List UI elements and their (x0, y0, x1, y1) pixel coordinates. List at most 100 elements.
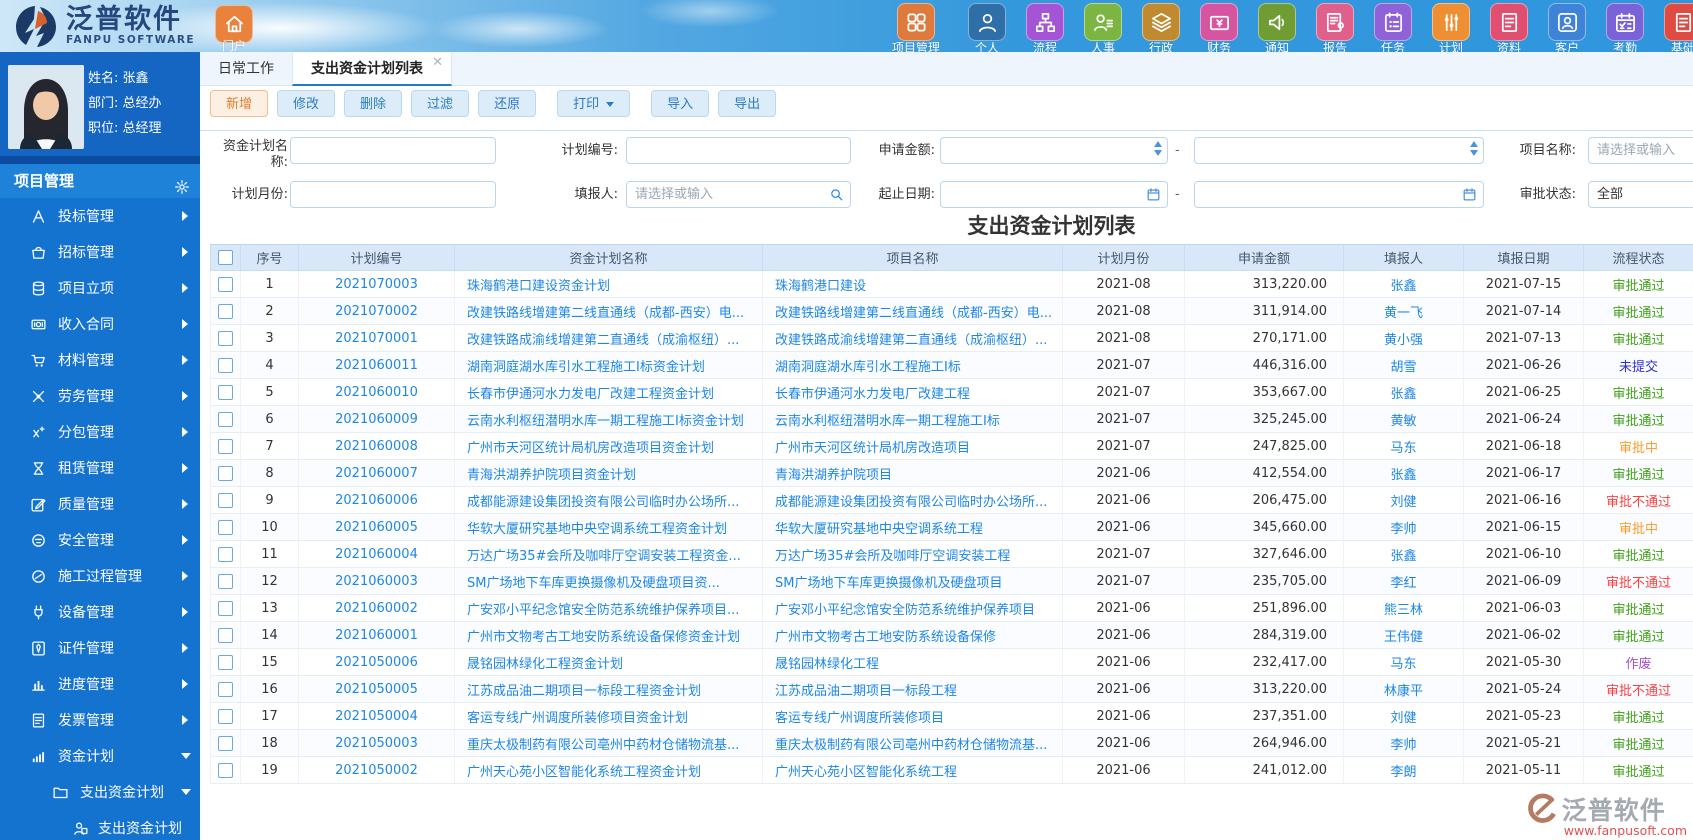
plan-no-link[interactable]: 2021060002 (335, 601, 418, 616)
plan-name-link[interactable]: 成都能源建设集团投资有限公司临时办公场所... (467, 495, 739, 510)
calendar-icon[interactable] (1146, 187, 1161, 202)
plan-no-link[interactable]: 2021050006 (335, 655, 418, 670)
project-name-link[interactable]: 改建铁路成渝线增建第二直通线（成渝枢纽）... (775, 333, 1047, 348)
reporter-link[interactable]: 王伟健 (1384, 630, 1423, 645)
plan-name-link[interactable]: 广州天心苑小区智能化系统工程资金计划 (467, 765, 701, 780)
row-checkbox[interactable] (218, 735, 233, 751)
row-checkbox[interactable] (218, 384, 233, 400)
plan-no-link[interactable]: 2021050002 (335, 763, 418, 778)
reporter-link[interactable]: 熊三林 (1384, 603, 1423, 618)
project-name-link[interactable]: 江苏成品油二期项目一标段工程 (775, 684, 957, 699)
plan-name-link[interactable]: 湖南洞庭湖水库引水工程施工I标资金计划 (467, 360, 705, 375)
app-button-plan[interactable]: 计划 (1428, 3, 1474, 52)
sidebar-item-equipment-mgmt[interactable]: 设备管理 (0, 594, 200, 630)
export-button[interactable]: 导出 (718, 90, 777, 117)
plan-name-link[interactable]: 广安邓小平纪念馆安全防范系统维护保养项目... (467, 603, 739, 618)
row-checkbox[interactable] (218, 546, 233, 562)
row-checkbox[interactable] (218, 492, 233, 508)
plan-name-link[interactable]: 华软大厦研究基地中央空调系统工程资金计划 (467, 522, 727, 537)
tab-expense-fund-plan-list[interactable]: 支出资金计划列表 ✕ (292, 52, 452, 86)
sidebar-item-material-mgmt[interactable]: 材料管理 (0, 342, 200, 378)
project-name-link[interactable]: 广州天心苑小区智能化系统工程 (775, 765, 957, 780)
edit-button[interactable]: 修改 (277, 90, 336, 117)
print-button[interactable]: 打印 (557, 90, 631, 117)
sidebar-item-fund-plan[interactable]: 资金计划 (0, 738, 200, 774)
plan-name-link[interactable]: 广州市天河区统计局机房改造项目资金计划 (467, 441, 714, 456)
plan-no-link[interactable]: 2021070002 (335, 304, 418, 319)
row-checkbox[interactable] (218, 708, 233, 724)
plan-no-link[interactable]: 2021050004 (335, 709, 418, 724)
search-icon[interactable] (829, 187, 844, 202)
sidebar-section-project-mgmt[interactable]: 项目管理 (0, 164, 200, 198)
plan-no-link[interactable]: 2021060004 (335, 547, 418, 562)
reporter-link[interactable]: 林康平 (1384, 684, 1423, 699)
project-name-link[interactable]: 重庆太极制药有限公司亳州中药材仓储物流基... (775, 738, 1047, 753)
plan-name-link[interactable]: 客运专线广州调度所装修项目资金计划 (467, 711, 688, 726)
plan-no-link[interactable]: 2021070003 (335, 277, 418, 292)
spinner-icon[interactable] (1154, 141, 1162, 156)
project-name-link[interactable]: 云南水利枢纽潜明水库一期工程施工I标 (775, 414, 1000, 429)
reporter-link[interactable]: 黄一飞 (1384, 306, 1423, 321)
delete-button[interactable]: 删除 (344, 90, 403, 117)
project-name-link[interactable]: 广州市天河区统计局机房改造项目 (775, 441, 970, 456)
sidebar-item-progress-mgmt[interactable]: 进度管理 (0, 666, 200, 702)
sidebar-item-income-contract[interactable]: 收入合同 (0, 306, 200, 342)
approval-status-select[interactable]: 全部 (1588, 181, 1693, 208)
plan-no-link[interactable]: 2021060001 (335, 628, 418, 643)
app-button-finance[interactable]: 财务 (1196, 3, 1242, 52)
plan-name-link[interactable]: 改建铁路线增建第二线直通线（成都-西安）电... (467, 306, 744, 321)
plan-name-link[interactable]: 万达广场35#会所及咖啡厅空调安装工程资金... (467, 549, 741, 564)
row-checkbox[interactable] (218, 681, 233, 697)
app-button-admin[interactable]: 行政 (1138, 3, 1184, 52)
row-checkbox[interactable] (218, 654, 233, 670)
row-checkbox[interactable] (218, 465, 233, 481)
app-button-personal[interactable]: 个人 (964, 3, 1010, 52)
tab-daily-work[interactable]: 日常工作 (200, 52, 292, 86)
plan-no-link[interactable]: 2021060011 (335, 358, 418, 373)
plan-no-link[interactable]: 2021060003 (335, 574, 418, 589)
sidebar-item-labor-mgmt[interactable]: 劳务管理 (0, 378, 200, 414)
app-button-process[interactable]: 流程 (1022, 3, 1068, 52)
sidebar-item-safety-mgmt[interactable]: 安全管理 (0, 522, 200, 558)
row-checkbox[interactable] (218, 519, 233, 535)
sidebar-item-invoice-mgmt[interactable]: 发票管理 (0, 702, 200, 738)
project-name-link[interactable]: 青海洪湖养护院项目 (775, 468, 892, 483)
reporter-link[interactable]: 李红 (1390, 576, 1416, 591)
portal-button[interactable]: 门户 (212, 5, 256, 52)
app-button-base[interactable]: 基础 (1660, 3, 1693, 52)
project-name-link[interactable]: 客运专线广州调度所装修项目 (775, 711, 944, 726)
project-name-link[interactable]: 成都能源建设集团投资有限公司临时办公场所... (775, 495, 1047, 510)
reporter-link[interactable]: 李帅 (1390, 522, 1416, 537)
app-button-notice[interactable]: 通知 (1254, 3, 1300, 52)
sidebar-item-certificate-mgmt[interactable]: 证件管理 (0, 630, 200, 666)
row-checkbox[interactable] (218, 573, 233, 589)
plan-month-input[interactable] (290, 181, 496, 208)
sidebar-item-expense-fund-plan-list[interactable]: 支出资金计划 (0, 810, 200, 840)
spinner-icon[interactable] (1470, 141, 1478, 156)
project-name-link[interactable]: 改建铁路线增建第二线直通线（成都-西安）电... (775, 306, 1052, 321)
reporter-link[interactable]: 李帅 (1390, 738, 1416, 753)
plan-name-link[interactable]: 珠海鹤港口建设资金计划 (467, 279, 610, 294)
row-checkbox[interactable] (218, 357, 233, 373)
plan-name-link[interactable]: 青海洪湖养护院项目资金计划 (467, 468, 636, 483)
app-button-hr[interactable]: 人事 (1080, 3, 1126, 52)
sidebar-item-project-initiation[interactable]: 项目立项 (0, 270, 200, 306)
row-checkbox[interactable] (218, 627, 233, 643)
project-name-link[interactable]: 晟铭园林绿化工程 (775, 657, 879, 672)
import-button[interactable]: 导入 (651, 90, 710, 117)
plan-name-link[interactable]: 重庆太极制药有限公司亳州中药材仓储物流基... (467, 738, 739, 753)
plan-no-link[interactable]: 2021060007 (335, 466, 418, 481)
project-name-link[interactable]: 广州市文物考古工地安防系统设备保修 (775, 630, 996, 645)
sidebar-item-tender-mgmt[interactable]: 招标管理 (0, 234, 200, 270)
row-checkbox[interactable] (218, 600, 233, 616)
reporter-link[interactable]: 刘健 (1390, 495, 1416, 510)
reporter-link[interactable]: 张鑫 (1390, 468, 1416, 483)
plan-no-link[interactable]: 2021070001 (335, 331, 418, 346)
reset-button[interactable]: 还原 (478, 90, 537, 117)
row-checkbox[interactable] (218, 438, 233, 454)
project-name-link[interactable]: 万达广场35#会所及咖啡厅空调安装工程 (775, 549, 1010, 564)
app-button-attendance[interactable]: 考勤 (1602, 3, 1648, 52)
project-name-link[interactable]: 珠海鹤港口建设 (775, 279, 866, 294)
plan-name-link[interactable]: 广州市文物考古工地安防系统设备保修资金计划 (467, 630, 740, 645)
plan-no-link[interactable]: 2021050003 (335, 736, 418, 751)
